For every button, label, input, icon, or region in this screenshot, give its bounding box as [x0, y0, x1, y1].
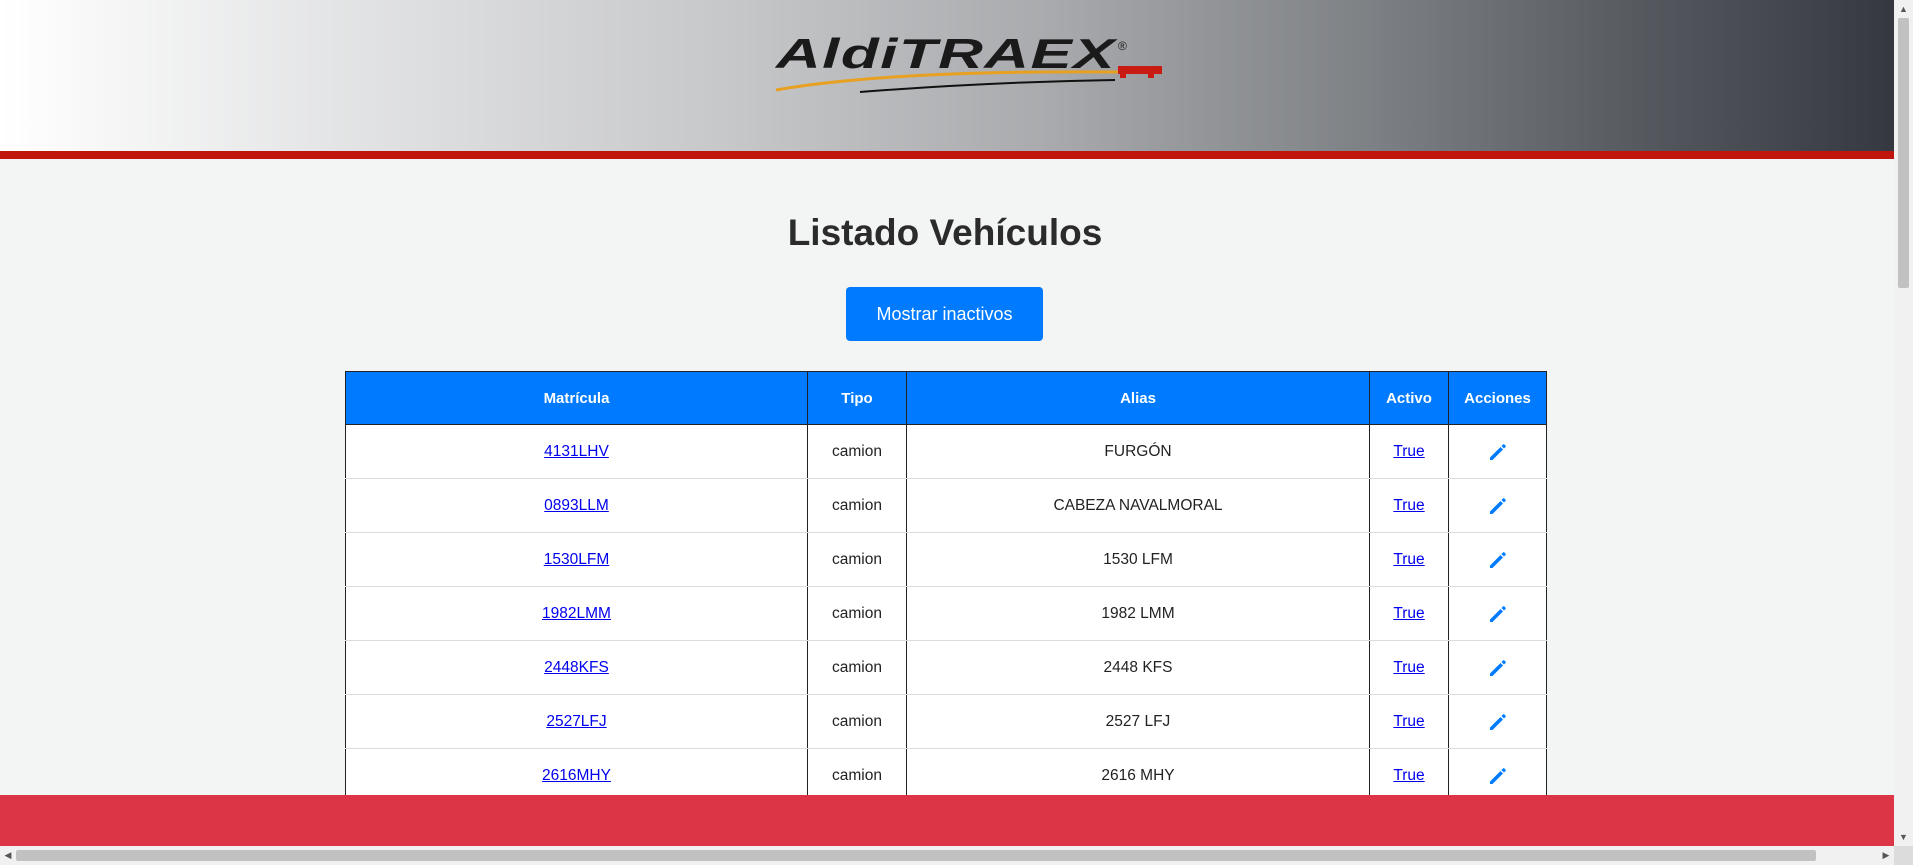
column-header-activo[interactable]: Activo	[1369, 371, 1449, 425]
vertical-scroll-thumb[interactable]	[1898, 18, 1909, 288]
alias-cell: CABEZA NAVALMORAL	[906, 478, 1370, 533]
acciones-cell	[1448, 694, 1547, 749]
matricula-link[interactable]: 0893LLM	[544, 497, 609, 514]
matricula-link[interactable]: 4131LHV	[544, 443, 609, 460]
activo-cell: True	[1369, 424, 1449, 479]
matricula-link[interactable]: 2527LFJ	[546, 713, 606, 730]
pencil-icon[interactable]	[1488, 604, 1508, 624]
horizontal-scrollbar[interactable]: ◀ ▶	[0, 846, 1894, 865]
column-header-acciones: Acciones	[1448, 371, 1547, 425]
tipo-cell: camion	[807, 424, 907, 479]
table-row: 1982LMM camion 1982 LMM True	[345, 586, 1547, 641]
tipo-cell: camion	[807, 478, 907, 533]
pencil-icon[interactable]	[1488, 550, 1508, 570]
activo-link[interactable]: True	[1393, 605, 1424, 622]
activo-link[interactable]: True	[1393, 497, 1424, 514]
column-header-alias[interactable]: Alias	[906, 371, 1370, 425]
matricula-cell: 1530LFM	[345, 532, 808, 587]
show-inactive-button[interactable]: Mostrar inactivos	[846, 287, 1043, 341]
scroll-up-arrow-icon[interactable]: ▲	[1894, 0, 1913, 18]
matricula-link[interactable]: 2616MHY	[542, 767, 611, 784]
table-header-row: Matrícula Tipo Alias Activo Acciones	[345, 371, 1547, 425]
acciones-cell	[1448, 424, 1547, 479]
tipo-cell: camion	[807, 586, 907, 641]
activo-link[interactable]: True	[1393, 767, 1424, 784]
activo-cell: True	[1369, 694, 1449, 749]
table-row: 4131LHV camion FURGÓN True	[345, 424, 1547, 479]
table-row: 0893LLM camion CABEZA NAVALMORAL True	[345, 478, 1547, 533]
activo-cell: True	[1369, 640, 1449, 695]
vehicles-table: Matrícula Tipo Alias Activo Acciones 413…	[345, 371, 1547, 803]
pencil-icon[interactable]	[1488, 766, 1508, 786]
svg-text:®: ®	[1118, 39, 1127, 53]
scrollbar-corner	[1894, 846, 1913, 865]
acciones-cell	[1448, 640, 1547, 695]
table-row: 2448KFS camion 2448 KFS True	[345, 640, 1547, 695]
scroll-right-arrow-icon[interactable]: ▶	[1878, 846, 1894, 865]
page-viewport: AldiTRAEX ® Listado Vehículos Mostrar in…	[0, 0, 1894, 846]
scroll-down-arrow-icon[interactable]: ▼	[1894, 828, 1913, 846]
activo-cell: True	[1369, 478, 1449, 533]
matricula-cell: 2527LFJ	[345, 694, 808, 749]
matricula-cell: 0893LLM	[345, 478, 808, 533]
horizontal-scroll-thumb[interactable]	[16, 850, 1816, 861]
matricula-link[interactable]: 1530LFM	[544, 551, 609, 568]
acciones-cell	[1448, 586, 1547, 641]
tipo-cell: camion	[807, 694, 907, 749]
alditraex-logo[interactable]: AldiTRAEX ®	[770, 30, 1180, 100]
alias-cell: 1982 LMM	[906, 586, 1370, 641]
column-header-matricula[interactable]: Matrícula	[345, 371, 808, 425]
site-footer	[0, 795, 1894, 846]
alias-cell: FURGÓN	[906, 424, 1370, 479]
acciones-cell	[1448, 532, 1547, 587]
activo-cell: True	[1369, 532, 1449, 587]
page-title: Listado Vehículos	[787, 212, 1103, 253]
alias-cell: 1530 LFM	[906, 532, 1370, 587]
svg-text:AldiTRAEX: AldiTRAEX	[775, 30, 1119, 77]
pencil-icon[interactable]	[1488, 712, 1508, 732]
matricula-link[interactable]: 1982LMM	[542, 605, 611, 622]
pencil-icon[interactable]	[1488, 442, 1508, 462]
activo-link[interactable]: True	[1393, 551, 1424, 568]
activo-link[interactable]: True	[1393, 443, 1424, 460]
activo-cell: True	[1369, 586, 1449, 641]
acciones-cell	[1448, 478, 1547, 533]
tipo-cell: camion	[807, 532, 907, 587]
matricula-cell: 4131LHV	[345, 424, 808, 479]
pencil-icon[interactable]	[1488, 496, 1508, 516]
matricula-cell: 2448KFS	[345, 640, 808, 695]
site-header: AldiTRAEX ®	[0, 0, 1894, 151]
vertical-scrollbar[interactable]: ▲ ▼	[1894, 0, 1913, 846]
matricula-link[interactable]: 2448KFS	[544, 659, 609, 676]
header-accent-bar	[0, 151, 1894, 159]
scroll-left-arrow-icon[interactable]: ◀	[0, 846, 16, 865]
tipo-cell: camion	[807, 640, 907, 695]
alias-cell: 2448 KFS	[906, 640, 1370, 695]
table-row: 1530LFM camion 1530 LFM True	[345, 532, 1547, 587]
table-row: 2527LFJ camion 2527 LFJ True	[345, 694, 1547, 749]
activo-link[interactable]: True	[1393, 713, 1424, 730]
activo-link[interactable]: True	[1393, 659, 1424, 676]
matricula-cell: 1982LMM	[345, 586, 808, 641]
pencil-icon[interactable]	[1488, 658, 1508, 678]
alias-cell: 2527 LFJ	[906, 694, 1370, 749]
column-header-tipo[interactable]: Tipo	[807, 371, 907, 425]
